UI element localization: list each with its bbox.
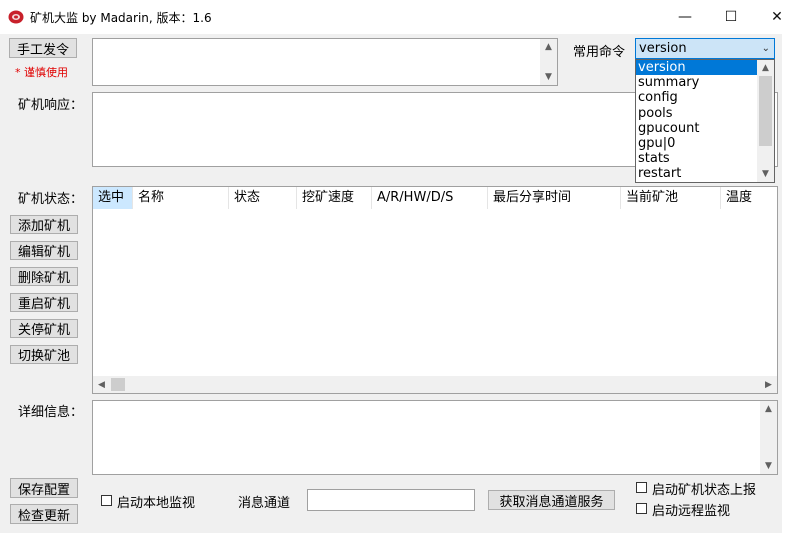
scroll-down-icon[interactable]: ▼ — [540, 69, 557, 85]
switch-pool-button[interactable]: 切换矿池 — [10, 345, 78, 364]
scroll-down-icon[interactable]: ▼ — [757, 166, 774, 182]
column-header-temperature[interactable]: 温度 — [721, 187, 777, 209]
column-header-pool[interactable]: 当前矿池 — [621, 187, 721, 209]
client-area: 手工发令 * 谨慎使用 ▲ ▼ 常用命令 version ⌄ 矿机响应： 矿机状… — [0, 34, 800, 533]
manual-command-button[interactable]: 手工发令 — [9, 38, 77, 58]
detail-scrollbar[interactable]: ▲ ▼ — [760, 401, 777, 474]
restart-miner-button[interactable]: 重启矿机 — [10, 293, 78, 312]
save-config-button[interactable]: 保存配置 — [10, 478, 78, 498]
dropdown-scrollbar[interactable]: ▲ ▼ — [757, 60, 774, 182]
scrollbar-thumb[interactable] — [111, 378, 125, 391]
background-strip — [782, 34, 800, 533]
scroll-up-icon[interactable]: ▲ — [757, 60, 774, 76]
status-label: 矿机状态： — [18, 192, 84, 207]
column-header-status[interactable]: 状态 — [229, 187, 297, 209]
dropdown-option-pools[interactable]: pools — [636, 106, 757, 121]
miner-status-table[interactable]: 选中 名称 状态 挖矿速度 A/R/HW/D/S 最后分享时间 当前矿池 温度 … — [92, 186, 778, 394]
local-monitor-label[interactable]: 启动本地监视 — [117, 492, 195, 511]
dropdown-option-stats[interactable]: stats — [636, 151, 757, 166]
maximize-button[interactable]: ☐ — [708, 0, 754, 34]
channel-input[interactable] — [307, 489, 475, 511]
column-header-hashrate[interactable]: 挖矿速度 — [297, 187, 372, 209]
scroll-down-icon[interactable]: ▼ — [760, 458, 777, 474]
warning-text: * 谨慎使用 — [15, 66, 68, 79]
detail-output[interactable]: ▲ ▼ — [92, 400, 778, 475]
common-commands-select[interactable]: version ⌄ — [635, 38, 775, 59]
app-logo-icon — [8, 10, 24, 24]
command-input-scrollbar[interactable]: ▲ ▼ — [540, 39, 557, 85]
maximize-icon: ☐ — [724, 9, 738, 25]
channel-label: 消息通道 — [238, 496, 291, 511]
column-header-name[interactable]: 名称 — [133, 187, 229, 209]
command-input[interactable]: ▲ ▼ — [92, 38, 558, 86]
close-icon: ✕ — [771, 9, 783, 25]
edit-miner-button[interactable]: 编辑矿机 — [10, 241, 78, 260]
dropdown-option-gpu0[interactable]: gpu|0 — [636, 136, 757, 151]
common-commands-dropdown[interactable]: version summary config pools gpucount gp… — [635, 59, 775, 183]
local-monitor-checkbox[interactable] — [101, 495, 112, 506]
column-header-last-share[interactable]: 最后分享时间 — [488, 187, 621, 209]
scroll-up-icon[interactable]: ▲ — [760, 401, 777, 417]
table-header: 选中 名称 状态 挖矿速度 A/R/HW/D/S 最后分享时间 当前矿池 温度 — [93, 187, 777, 209]
response-label: 矿机响应： — [18, 98, 84, 113]
dropdown-option-gpucount[interactable]: gpucount — [636, 121, 757, 136]
add-miner-button[interactable]: 添加矿机 — [10, 215, 78, 234]
scroll-left-icon[interactable]: ◀ — [93, 376, 110, 393]
dropdown-option-version[interactable]: version — [636, 60, 757, 76]
dropdown-option-restart[interactable]: restart — [636, 166, 757, 181]
minimize-icon: — — [678, 9, 692, 25]
chevron-down-icon: ⌄ — [761, 43, 770, 54]
scrollbar-thumb[interactable] — [759, 76, 772, 146]
get-channel-button[interactable]: 获取消息通道服务 — [488, 490, 615, 510]
check-update-button[interactable]: 检查更新 — [10, 504, 78, 524]
close-button[interactable]: ✕ — [754, 0, 800, 34]
report-status-checkbox[interactable] — [636, 482, 647, 493]
dropdown-option-config[interactable]: config — [636, 90, 757, 105]
detail-label: 详细信息： — [18, 405, 84, 420]
column-header-shares[interactable]: A/R/HW/D/S — [372, 187, 488, 209]
title-bar: 矿机大监 by Madarin, 版本：1.6 — ☐ ✕ — [0, 0, 800, 34]
shutdown-miner-button[interactable]: 关停矿机 — [10, 319, 78, 338]
table-hscrollbar[interactable]: ◀ ▶ — [93, 376, 777, 393]
scroll-up-icon[interactable]: ▲ — [540, 39, 557, 55]
column-header-select[interactable]: 选中 — [93, 187, 133, 209]
common-commands-value: version — [639, 41, 687, 56]
remote-monitor-checkbox[interactable] — [636, 503, 647, 514]
remote-monitor-label[interactable]: 启动远程监视 — [652, 500, 730, 519]
minimize-button[interactable]: — — [662, 0, 708, 34]
dropdown-option-summary[interactable]: summary — [636, 75, 757, 90]
scroll-right-icon[interactable]: ▶ — [760, 376, 777, 393]
delete-miner-button[interactable]: 删除矿机 — [10, 267, 78, 286]
window-title: 矿机大监 by Madarin, 版本：1.6 — [30, 11, 212, 25]
common-commands-label: 常用命令 — [573, 45, 626, 60]
report-status-label[interactable]: 启动矿机状态上报 — [652, 479, 756, 498]
